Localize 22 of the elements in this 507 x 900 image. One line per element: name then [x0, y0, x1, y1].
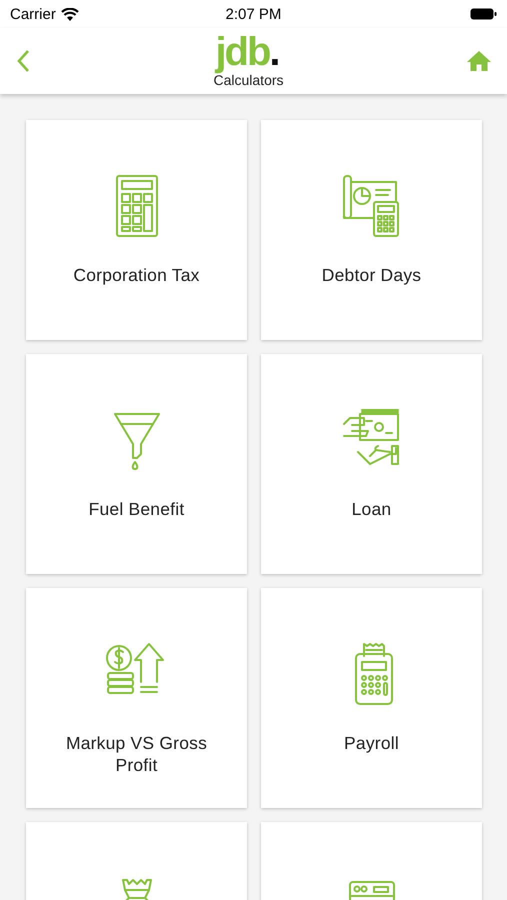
card-label: Corporation Tax [73, 264, 200, 286]
calculator-card[interactable]: Loan [261, 354, 482, 574]
wifi-icon [60, 8, 79, 20]
card-label: Loan [352, 498, 392, 520]
card-label: Markup VS Gross Profit [64, 732, 208, 776]
home-button[interactable] [467, 51, 491, 71]
card-label: Payroll [344, 732, 399, 754]
calculator-card[interactable]: Fuel Benefit [26, 354, 247, 574]
carrier-label: Carrier [10, 6, 56, 22]
logo: jdb. [215, 30, 280, 74]
battery-icon [470, 8, 497, 20]
home-icon [467, 51, 491, 71]
back-button[interactable] [16, 49, 30, 73]
calculator-card[interactable]: Markup VS Gross Profit [26, 588, 247, 808]
calculator-card[interactable]: Corporation Tax [26, 120, 247, 340]
clock-time: 2:07 PM [224, 6, 282, 22]
card-label: Debtor Days [322, 264, 422, 286]
back-chevron-icon [16, 49, 30, 73]
calculator-card[interactable]: Debtor Days [261, 120, 482, 340]
page-title: Calculators [213, 72, 284, 88]
calculator-card[interactable]: Payroll [261, 588, 482, 808]
card-label: Fuel Benefit [88, 498, 184, 520]
